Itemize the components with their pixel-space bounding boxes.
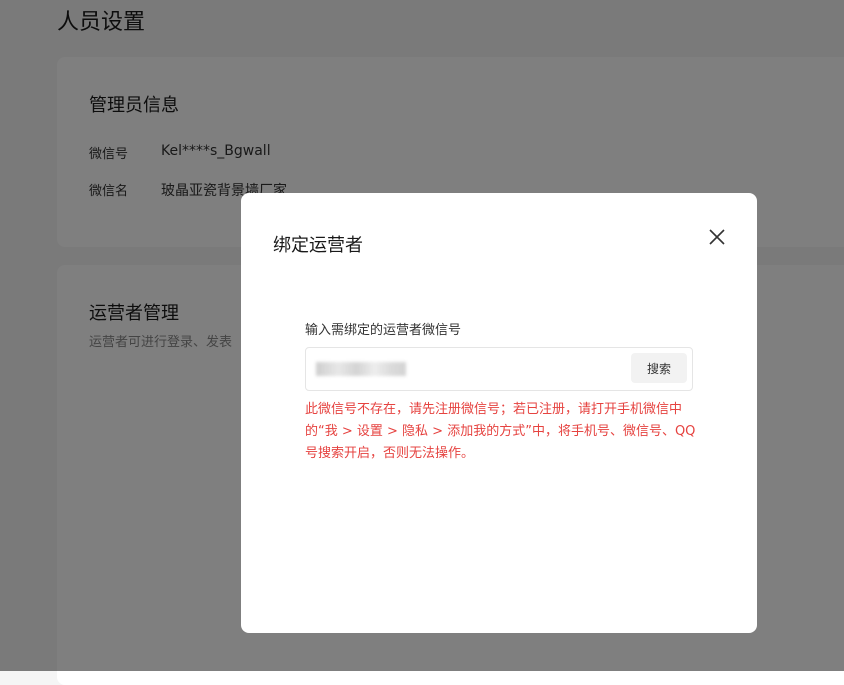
wechat-id-field-label: 输入需绑定的运营者微信号 <box>305 323 462 338</box>
dialog-title: 绑定运营者 <box>273 235 363 256</box>
search-box: 搜索 <box>305 347 693 391</box>
error-message: 此微信号不存在，请先注册微信号；若已注册，请打开手机微信中的“我 > 设置 > … <box>305 402 696 461</box>
bind-operator-dialog: 绑定运营者 输入需绑定的运营者微信号 搜索 此微信号不存在，请先注册微信号；若已… <box>241 193 757 633</box>
close-icon[interactable] <box>705 225 729 249</box>
wechat-id-input[interactable] <box>316 356 620 384</box>
search-button[interactable]: 搜索 <box>631 353 687 383</box>
